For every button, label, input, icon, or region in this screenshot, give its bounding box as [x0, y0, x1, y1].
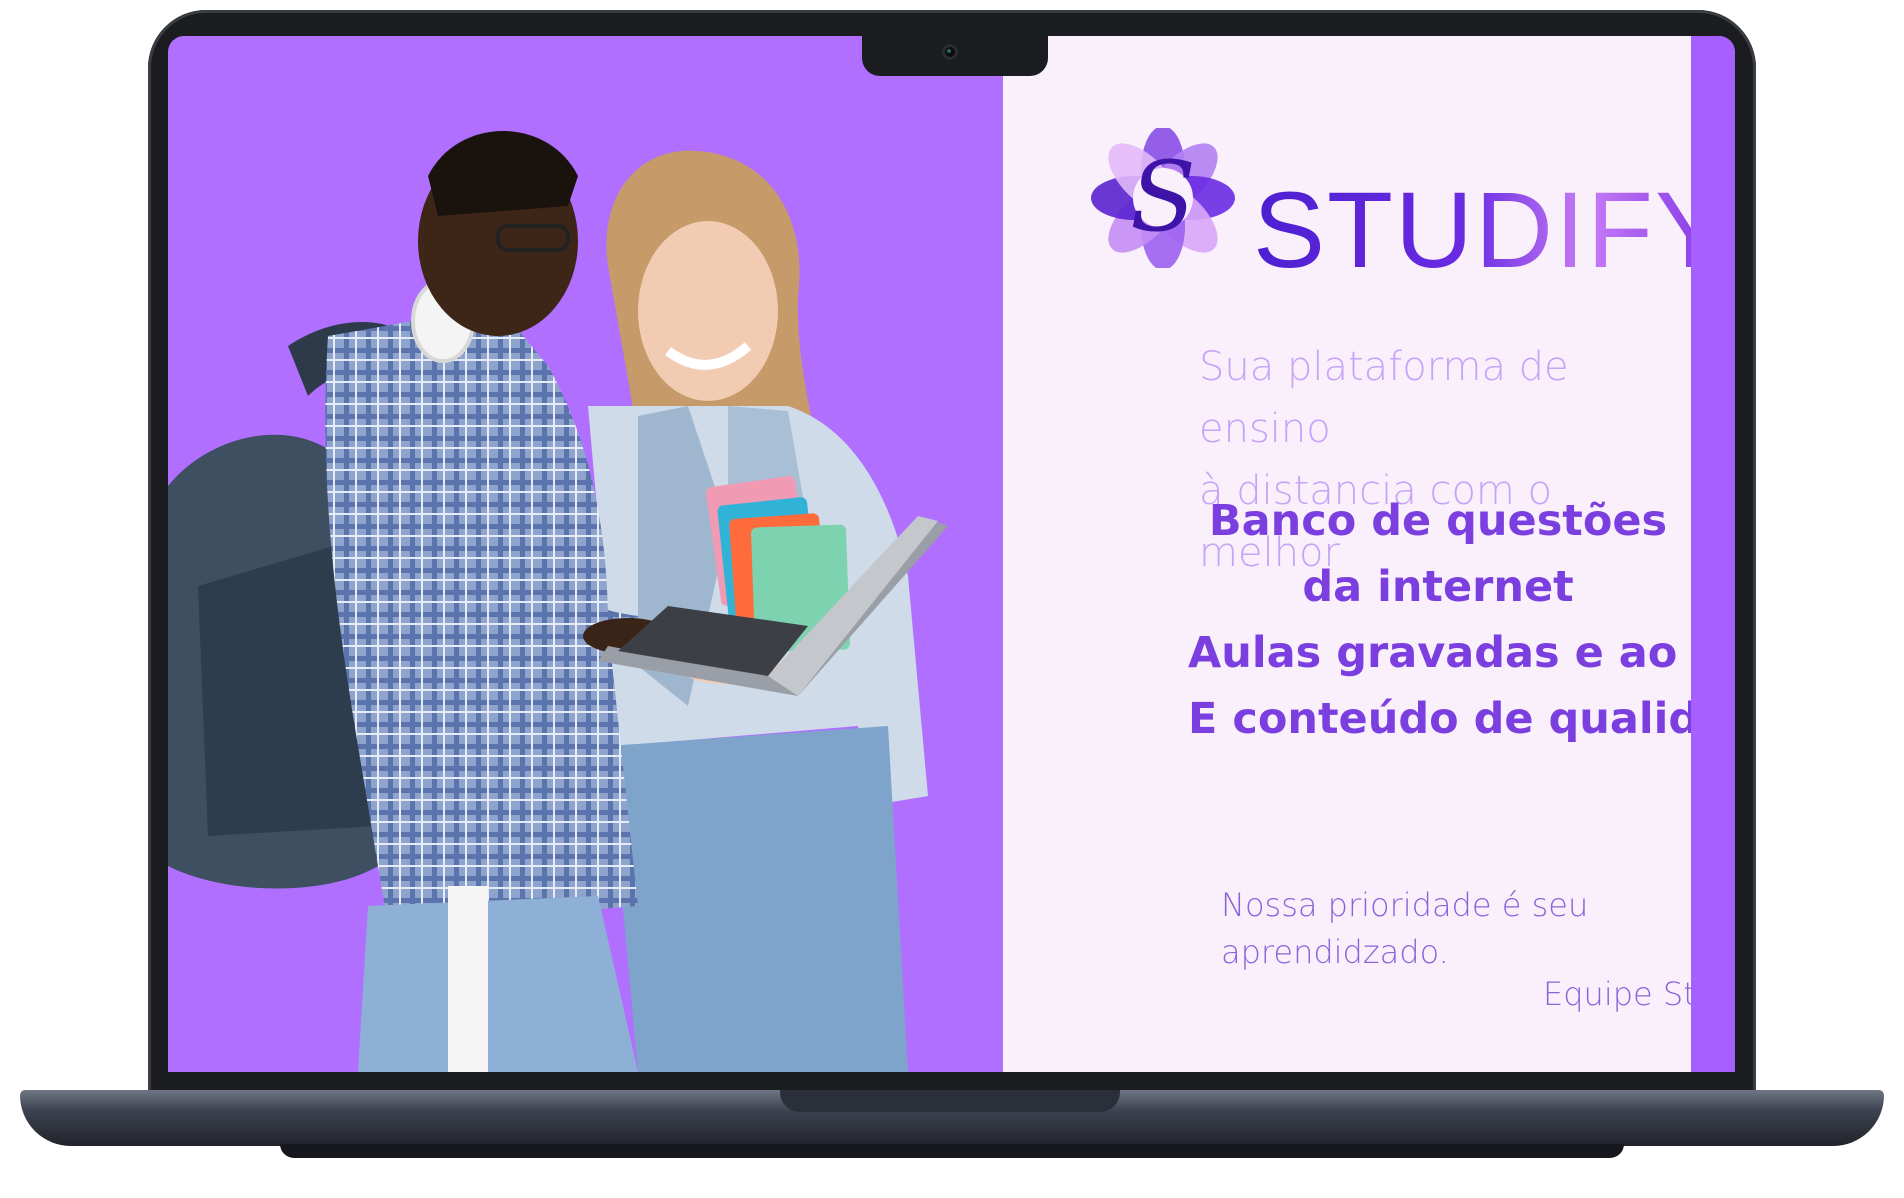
brand-name: STUDIFY	[1253, 169, 1730, 290]
camera-indicator	[947, 49, 951, 53]
camera-notch	[862, 28, 1048, 76]
base-thumb-notch	[780, 1090, 1120, 1112]
screen-right-strip	[1691, 36, 1735, 1072]
feature-item: Banco de questões	[1208, 496, 1668, 546]
laptop-mockup: S STUDIFY Sua plataforma de ensino à dis…	[0, 0, 1904, 1198]
priority-note: Nossa prioridade é seu aprendidzado.	[1221, 882, 1588, 976]
laptop-screen: S STUDIFY Sua plataforma de ensino à dis…	[168, 36, 1735, 1072]
laptop-base	[20, 1090, 1884, 1146]
laptop-base-foot	[280, 1144, 1624, 1158]
tagline-line-1: Sua plataforma de ensino	[1199, 344, 1569, 452]
studify-logo: S STUDIFY	[1083, 126, 1727, 284]
flower-s-logo-icon: S	[1091, 126, 1235, 270]
logo-emblem-letter: S	[1130, 141, 1196, 253]
feature-item: Aulas gravadas e ao vivo	[1188, 628, 1735, 678]
feature-list: Banco de questões da internet Aulas grav…	[1188, 488, 1735, 752]
camera-icon	[942, 44, 958, 60]
note-line-1: Nossa prioridade é seu	[1221, 886, 1589, 924]
feature-item: E conteúdo de qualidade	[1188, 694, 1735, 744]
feature-item: da internet	[1302, 562, 1574, 612]
note-line-2: aprendidzado.	[1221, 933, 1449, 971]
students-with-laptop-photo	[168, 131, 948, 1072]
info-panel: S STUDIFY Sua plataforma de ensino à dis…	[1003, 36, 1735, 1072]
